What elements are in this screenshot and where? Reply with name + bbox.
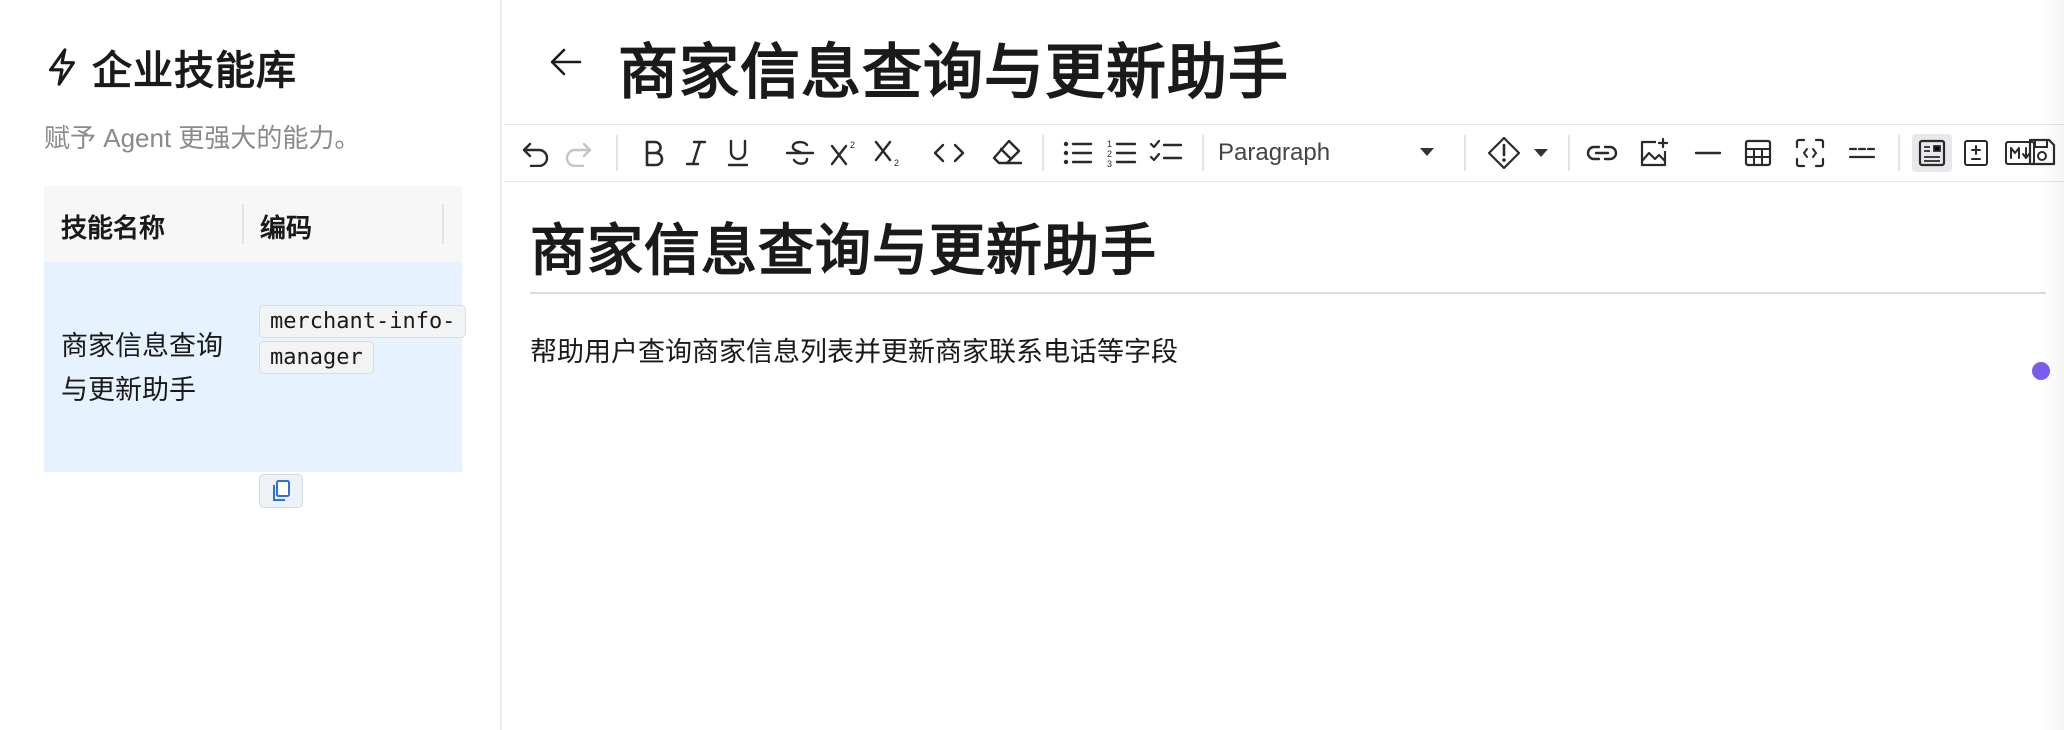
image-icon [1640, 137, 1669, 167]
callout-icon [1487, 136, 1521, 170]
bullet-list-button[interactable] [1058, 134, 1098, 172]
underline-icon [727, 139, 749, 167]
image-button[interactable] [1634, 134, 1674, 172]
table-row[interactable]: 商家信息查询与更新助手 merchant-info-manager [44, 262, 467, 508]
italic-button[interactable] [678, 134, 714, 172]
ordered-list-button[interactable]: 1 2 3 [1102, 134, 1142, 172]
column-header-name: 技能名称 [61, 213, 166, 243]
subscript-button[interactable]: 2 [870, 134, 908, 172]
copy-icon [273, 480, 290, 501]
link-icon [1586, 145, 1618, 161]
heading-underline [530, 292, 2046, 294]
editor-toolbar: 2 2 1 2 3 Paragraph [504, 124, 2064, 182]
copy-code-button[interactable] [259, 474, 303, 508]
main-panel: 商家信息查询与更新助手 2 2 1 2 3 Paragraph 商家信息查询与更… [504, 0, 2064, 730]
skill-name-cell: 商家信息查询与更新助手 [61, 331, 223, 405]
paragraph-select-value: Paragraph [1218, 139, 1331, 166]
clear-format-button[interactable] [986, 134, 1028, 172]
sidebar: 企业技能库 赋予 Agent 更强大的能力。 技能名称 编码 商家信息查询与更新… [0, 0, 502, 730]
diff-icon [1964, 140, 1988, 166]
undo-button[interactable] [518, 134, 554, 172]
preview-mode-button[interactable] [1912, 134, 1952, 172]
horizontal-rule-button[interactable] [1688, 134, 1728, 172]
redo-button[interactable] [560, 134, 596, 172]
chevron-down-icon [1420, 148, 1434, 156]
skill-code: merchant-info-manager [259, 305, 467, 374]
preview-mode-icon [1918, 139, 1946, 167]
toolbar-divider [1202, 135, 1204, 171]
arrow-left-icon [550, 48, 582, 76]
skill-code-cell: merchant-info-manager [259, 304, 467, 376]
fullscreen-icon [1795, 138, 1825, 168]
task-list-button[interactable] [1146, 134, 1186, 172]
svg-text:3: 3 [1107, 159, 1112, 168]
toolbar-divider [1568, 135, 1570, 171]
sidebar-description: 赋予 Agent 更强大的能力。 [44, 123, 361, 153]
bullet-list-icon [1063, 141, 1093, 165]
column-divider [242, 204, 244, 244]
diff-button[interactable] [1958, 134, 1994, 172]
document-heading[interactable]: 商家信息查询与更新助手 [530, 206, 1157, 287]
column-divider [442, 204, 444, 244]
scroll-shadow [2040, 0, 2064, 730]
svg-text:2: 2 [894, 158, 899, 168]
svg-text:2: 2 [850, 140, 855, 150]
table-header: 技能名称 编码 [44, 186, 462, 262]
chevron-down-icon [1534, 149, 1548, 157]
italic-icon [685, 140, 707, 166]
toolbar-divider [1464, 135, 1466, 171]
back-button[interactable] [544, 40, 588, 84]
table-button[interactable] [1738, 134, 1778, 172]
toolbar-divider [1042, 135, 1044, 171]
underline-button[interactable] [720, 134, 756, 172]
subscript-icon: 2 [874, 140, 899, 168]
task-list-icon [1149, 139, 1183, 162]
code-icon [933, 143, 965, 163]
toolbar-divider [616, 135, 618, 171]
strikethrough-button[interactable] [780, 134, 820, 172]
svg-text:2: 2 [1107, 149, 1112, 159]
lightning-icon [49, 48, 75, 86]
document-paragraph[interactable]: 帮助用户查询商家信息列表并更新商家联系电话等字段 [530, 330, 1178, 369]
superscript-icon: 2 [830, 140, 855, 166]
column-header-code: 编码 [260, 213, 313, 243]
fullscreen-button[interactable] [1790, 134, 1830, 172]
divider-icon [1848, 147, 1876, 159]
paragraph-select[interactable]: Paragraph [1218, 134, 1448, 172]
horizontal-rule-icon [1694, 151, 1722, 155]
strikethrough-icon [785, 140, 815, 165]
svg-text:1: 1 [1107, 139, 1112, 149]
divider-button[interactable] [1842, 134, 1882, 172]
sidebar-header: 企业技能库 [44, 40, 297, 94]
redo-icon [565, 142, 592, 167]
callout-button[interactable] [1480, 134, 1554, 172]
code-button[interactable] [928, 134, 970, 172]
bold-button[interactable] [636, 134, 672, 172]
undo-icon [522, 142, 549, 167]
skills-table: 技能名称 编码 商家信息查询与更新助手 merchant-info-manage… [44, 186, 467, 508]
superscript-button[interactable]: 2 [826, 134, 864, 172]
toolbar-divider [1898, 135, 1900, 171]
page-title: 商家信息查询与更新助手 [618, 39, 1289, 106]
clear-format-icon [992, 139, 1023, 165]
sidebar-title: 企业技能库 [92, 49, 297, 93]
table-icon [1744, 139, 1772, 167]
bold-icon [645, 140, 664, 167]
link-button[interactable] [1582, 134, 1622, 172]
ordered-list-icon: 1 2 3 [1107, 139, 1137, 168]
